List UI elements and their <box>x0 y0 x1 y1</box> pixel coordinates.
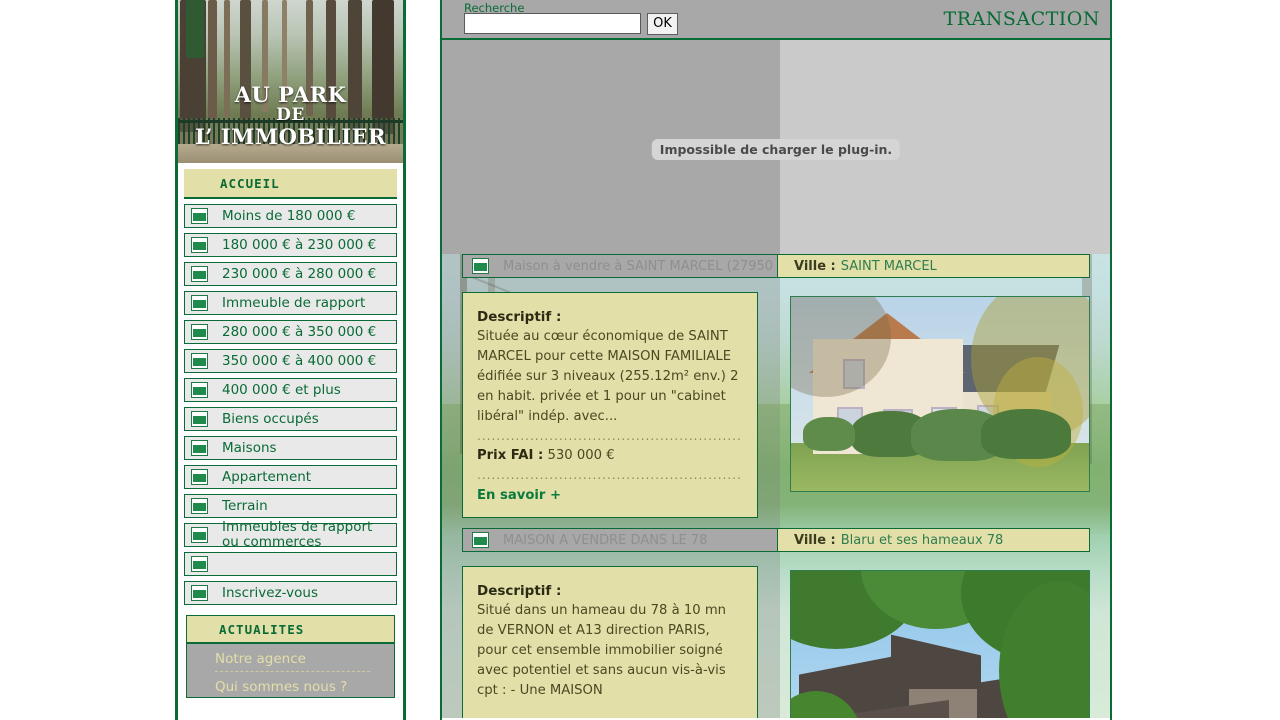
description-text: Situé dans un hameau du 78 à 10 mn de VE… <box>477 603 727 698</box>
banner-line-1: AU PARK <box>234 82 347 107</box>
house-icon <box>472 532 489 548</box>
city-label: Ville : <box>794 532 836 548</box>
listing-city: Ville : Blaru et ses hameaux 78 <box>778 528 1090 552</box>
page-title: TRANSACTION <box>943 8 1100 30</box>
listing-body: Descriptif : Situé dans un hameau du 78 … <box>462 566 1090 718</box>
sidebar-item-immeuble-de-rapport[interactable]: Immeuble de rapport <box>184 291 397 315</box>
listing-header: MAISON A VENDRE DANS LE 78 Ville : Blaru… <box>462 528 1090 552</box>
sidebar-item-label: 350 000 € à 400 000 € <box>222 352 377 369</box>
sidebar-item-230000-280000[interactable]: 230 000 € à 280 000 € <box>184 262 397 286</box>
sidebar-item-maisons[interactable]: Maisons <box>184 436 397 460</box>
sidebar-item-accueil[interactable]: ACCUEIL <box>184 169 397 199</box>
house-icon <box>191 382 208 398</box>
description-text: Située au cœur économique de SAINT MARCE… <box>477 329 739 424</box>
sidebar: AU PARK DE L’ IMMOBILIER ACCUEIL Moins d… <box>175 0 406 720</box>
listing-photo[interactable] <box>790 570 1090 718</box>
sidebar-item-350000-400000[interactable]: 350 000 € à 400 000 € <box>184 349 397 373</box>
sidebar-item-label: Immeuble de rapport <box>222 294 366 311</box>
more-info-link[interactable]: En savoir + <box>477 486 741 506</box>
divider: ........................................… <box>477 468 741 482</box>
listing-header: Maison à vendre à SAINT MARCEL (27950 Vi… <box>462 254 1090 278</box>
listing-price: Prix FAI : 530 000 € <box>477 446 741 466</box>
listings-area: Maison à vendre à SAINT MARCEL (27950 Vi… <box>442 254 1110 718</box>
divider: ........................................… <box>477 429 741 443</box>
description-label: Descriptif : <box>477 309 562 325</box>
listing-description-card: Descriptif : Situé dans un hameau du 78 … <box>462 566 758 718</box>
plugin-error-message: Impossible de charger le plug-in. <box>651 139 901 160</box>
qui-sommes-nous-label: Qui sommes nous ? <box>215 679 348 695</box>
house-icon <box>191 295 208 311</box>
listing-card: MAISON A VENDRE DANS LE 78 Ville : Blaru… <box>442 528 1110 718</box>
house-icon <box>191 324 208 340</box>
sidebar-item-inscrivez-vous[interactable]: Inscrivez-vous <box>184 581 397 605</box>
house-icon <box>191 237 208 253</box>
listing-title[interactable]: MAISON A VENDRE DANS LE 78 <box>462 528 778 552</box>
banner-line-2: DE <box>276 105 305 125</box>
house-icon <box>191 440 208 456</box>
house-icon <box>191 527 208 543</box>
house-icon <box>191 469 208 485</box>
sidebar-item-appartement[interactable]: Appartement <box>184 465 397 489</box>
listing-title-label: MAISON A VENDRE DANS LE 78 <box>503 532 708 548</box>
description-label: Descriptif : <box>477 583 562 599</box>
notre-agence-label: Notre agence <box>215 651 306 667</box>
sidebar-item-180000-230000[interactable]: 180 000 € à 230 000 € <box>184 233 397 257</box>
listing-title[interactable]: Maison à vendre à SAINT MARCEL (27950 <box>462 254 778 278</box>
house-icon <box>191 411 208 427</box>
sidebar-item-label: 280 000 € à 350 000 € <box>222 323 377 340</box>
sidebar-menu: ACCUEIL Moins de 180 000 € 180 000 € à 2… <box>178 169 403 698</box>
listing-body: Descriptif : Située au cœur économique d… <box>462 292 1090 518</box>
banner-line-3: L’ IMMOBILIER <box>194 124 387 149</box>
search-submit-button[interactable]: OK <box>647 13 678 35</box>
banner-title: AU PARK DE L’ IMMOBILIER <box>178 84 403 147</box>
actualites-header: ACTUALITES <box>187 616 394 644</box>
sidebar-item-label: 400 000 € et plus <box>222 381 341 398</box>
listing-city: Ville : SAINT MARCEL <box>778 254 1090 278</box>
house-icon <box>191 556 208 572</box>
actualites-title: ACTUALITES <box>219 621 305 637</box>
price-label: Prix FAI : <box>477 448 544 463</box>
page-root: AU PARK DE L’ IMMOBILIER ACCUEIL Moins d… <box>0 0 1280 720</box>
sidebar-item-qui-sommes-nous[interactable]: Qui sommes nous ? <box>187 672 394 697</box>
sidebar-accueil-label: ACCUEIL <box>220 175 280 191</box>
sidebar-item-blank[interactable] <box>184 552 397 576</box>
listing-title-label: Maison à vendre à SAINT MARCEL (27950 <box>503 258 774 274</box>
listing-description-card: Descriptif : Située au cœur économique d… <box>462 292 758 518</box>
sidebar-item-400000-et-plus[interactable]: 400 000 € et plus <box>184 378 397 402</box>
house-icon <box>191 353 208 369</box>
sidebar-item-label: 230 000 € à 280 000 € <box>222 265 377 282</box>
sidebar-item-immeubles-rapport-commerces[interactable]: Immeubles de rapport ou commerces <box>184 519 397 550</box>
sidebar-item-moins-180000[interactable]: Moins de 180 000 € <box>184 204 397 228</box>
house-icon <box>191 585 208 601</box>
listing-photo[interactable] <box>790 296 1090 492</box>
house-icon <box>191 208 208 224</box>
plugin-placeholder[interactable]: Impossible de charger le plug-in. <box>442 40 1110 254</box>
search-input[interactable] <box>464 13 641 34</box>
price-value: 530 000 € <box>547 448 615 463</box>
city-value: Blaru et ses hameaux 78 <box>840 532 1004 548</box>
city-value: SAINT MARCEL <box>840 258 937 274</box>
actualites-panel: ACTUALITES Notre agence Qui sommes nous … <box>186 615 395 698</box>
sidebar-item-280000-350000[interactable]: 280 000 € à 350 000 € <box>184 320 397 344</box>
top-bar: Recherche OK TRANSACTION <box>442 0 1110 40</box>
site-banner: AU PARK DE L’ IMMOBILIER <box>178 0 403 163</box>
main-content: Recherche OK TRANSACTION Impossible de c… <box>440 0 1112 720</box>
house-icon <box>191 266 208 282</box>
house-icon <box>191 498 208 514</box>
sidebar-item-biens-occupes[interactable]: Biens occupés <box>184 407 397 431</box>
house-icon <box>472 258 489 274</box>
sidebar-item-label: Moins de 180 000 € <box>222 207 356 224</box>
sidebar-item-terrain[interactable]: Terrain <box>184 494 397 518</box>
sidebar-item-label: Immeubles de rapport ou commerces <box>222 519 373 550</box>
city-label: Ville : <box>794 258 836 274</box>
sidebar-item-notre-agence[interactable]: Notre agence <box>187 644 394 669</box>
sidebar-item-label: 180 000 € à 230 000 € <box>222 236 377 253</box>
listing-card: Maison à vendre à SAINT MARCEL (27950 Vi… <box>442 254 1110 518</box>
